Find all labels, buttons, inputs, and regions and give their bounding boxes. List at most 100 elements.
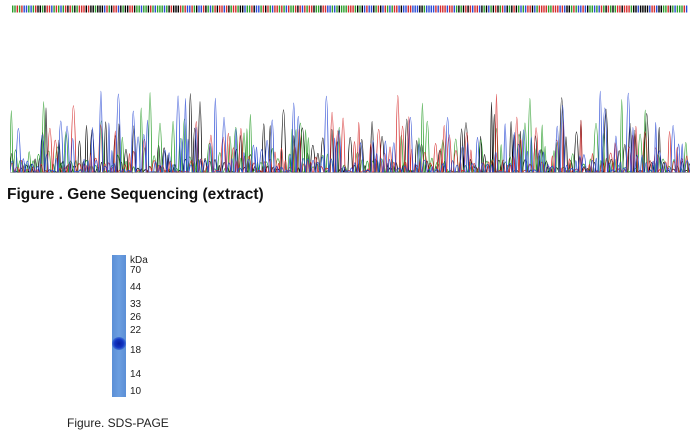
base-call-glyph (30, 5, 32, 13)
base-call-glyph (340, 5, 343, 13)
base-call-glyph (368, 5, 370, 13)
base-call-glyph (110, 5, 113, 13)
base-call-glyph (76, 5, 78, 13)
marker-26: 26 (130, 312, 142, 323)
gene-sequencing-caption: Figure . Gene Sequencing (extract) (7, 186, 264, 203)
base-call-glyph (430, 5, 432, 13)
marker-44: 44 (130, 282, 142, 293)
base-call-glyph (557, 5, 559, 13)
base-call-glyph (336, 5, 338, 13)
base-call-glyph (455, 5, 458, 13)
base-call-glyph (465, 5, 467, 13)
base-call-glyph (541, 5, 543, 13)
marker-14: 14 (130, 369, 142, 380)
base-call-glyph (67, 5, 69, 13)
base-call-glyph (301, 5, 304, 13)
base-call-glyph (407, 5, 409, 13)
sds-page-gel-lane (112, 255, 126, 397)
base-call-glyph (71, 5, 74, 13)
base-call-glyph (412, 5, 414, 13)
base-call-glyph (508, 5, 511, 13)
base-call-glyph (177, 5, 179, 13)
base-call-glyph (253, 5, 255, 13)
base-call-glyph (28, 5, 30, 13)
base-call-glyph (646, 5, 649, 13)
base-call-glyph (577, 5, 580, 13)
trace-line-0 (10, 93, 690, 174)
base-call-glyph (124, 5, 127, 13)
base-call-glyph (685, 5, 688, 13)
base-call-glyph (122, 5, 124, 13)
base-call-glyph (281, 5, 283, 13)
base-call-glyph (306, 5, 308, 13)
base-call-glyph (41, 5, 44, 13)
base-call-glyph (350, 5, 352, 13)
base-call-glyph (421, 5, 423, 13)
base-call-glyph (246, 5, 248, 13)
base-call-sequence-strip (12, 5, 688, 13)
marker-33: 33 (130, 299, 142, 310)
base-call-glyph (662, 5, 665, 13)
base-call-glyph (596, 5, 598, 13)
base-call-glyph (598, 5, 600, 13)
base-call-glyph (186, 5, 189, 13)
base-call-glyph (589, 5, 591, 13)
base-call-glyph (538, 5, 541, 13)
base-call-glyph (136, 5, 138, 13)
base-call-glyph (294, 5, 297, 13)
base-call-glyph (580, 5, 582, 13)
base-call-glyph (610, 5, 612, 13)
base-call-glyph (69, 5, 71, 13)
base-call-glyph (230, 5, 232, 13)
base-call-glyph (175, 5, 177, 13)
base-call-glyph (343, 5, 345, 13)
marker-70: 70 (130, 265, 142, 276)
base-call-glyph (501, 5, 504, 13)
base-call-glyph (225, 5, 228, 13)
base-call-glyph (511, 5, 513, 13)
base-call-glyph (322, 5, 324, 13)
base-call-glyph (94, 5, 97, 13)
base-call-glyph (382, 5, 384, 13)
base-call-glyph (182, 5, 184, 13)
base-call-glyph (317, 5, 320, 13)
base-call-glyph (667, 5, 669, 13)
base-call-glyph (115, 5, 117, 13)
base-call-glyph (55, 5, 58, 13)
base-call-glyph (435, 5, 437, 13)
base-call-glyph (278, 5, 281, 13)
base-call-glyph (131, 5, 133, 13)
base-call-glyph (140, 5, 143, 13)
base-call-glyph (582, 5, 584, 13)
base-call-glyph (518, 5, 520, 13)
base-call-glyph (327, 5, 329, 13)
base-call-glyph (591, 5, 593, 13)
base-call-glyph (269, 5, 271, 13)
base-call-glyph (248, 5, 251, 13)
base-call-glyph (534, 5, 536, 13)
base-call-glyph (366, 5, 368, 13)
base-call-glyph (117, 5, 120, 13)
base-call-glyph (113, 5, 115, 13)
base-call-glyph (152, 5, 154, 13)
base-call-glyph (53, 5, 55, 13)
base-call-glyph (85, 5, 87, 13)
base-call-glyph (676, 5, 679, 13)
base-call-glyph (228, 5, 230, 13)
base-call-glyph (97, 5, 99, 13)
base-call-glyph (467, 5, 469, 13)
base-call-glyph (497, 5, 499, 13)
base-call-glyph (414, 5, 416, 13)
base-call-glyph (81, 5, 83, 13)
base-call-glyph (170, 5, 173, 13)
base-call-glyph (607, 5, 610, 13)
base-call-glyph (384, 5, 386, 13)
base-call-glyph (106, 5, 108, 13)
base-call-glyph (619, 5, 621, 13)
base-call-glyph (398, 5, 400, 13)
base-call-glyph (51, 5, 53, 13)
base-call-glyph (315, 5, 317, 13)
base-call-glyph (543, 5, 545, 13)
base-call-glyph (283, 5, 285, 13)
base-call-glyph (156, 5, 159, 13)
